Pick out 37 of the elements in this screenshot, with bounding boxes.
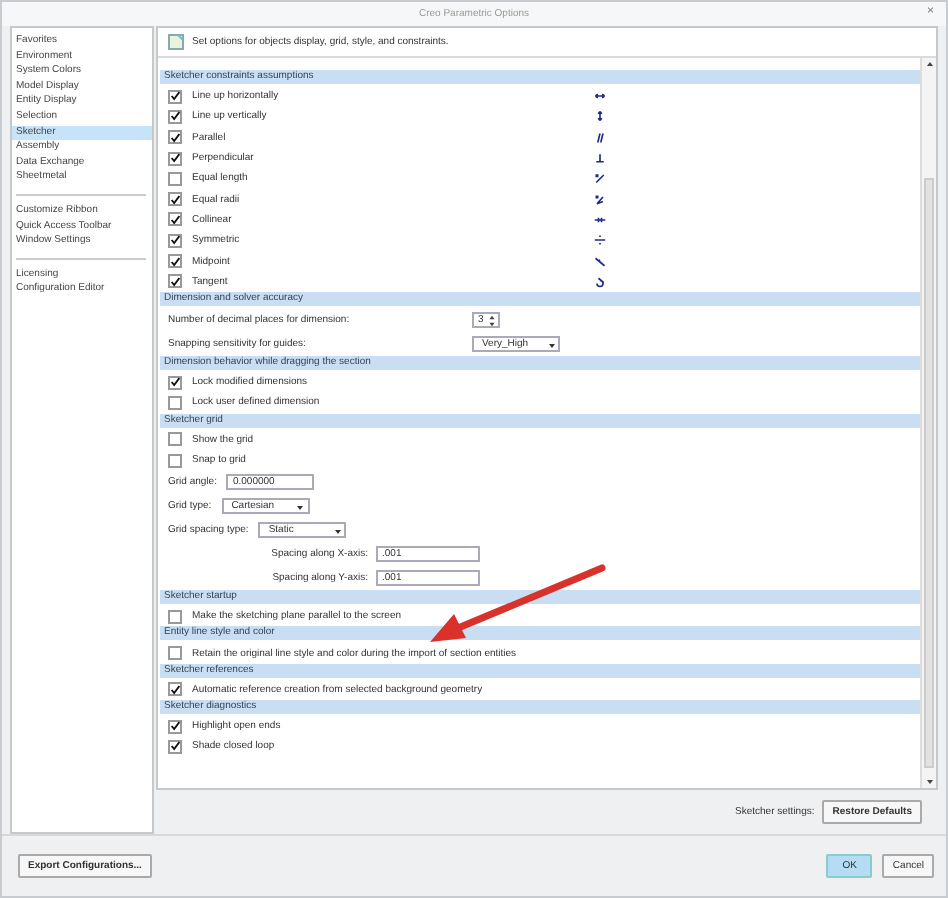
checkbox[interactable] bbox=[168, 719, 182, 734]
equal-length-icon bbox=[594, 172, 606, 185]
document-icon bbox=[168, 34, 184, 50]
checkbox[interactable] bbox=[168, 109, 182, 124]
checkbox[interactable] bbox=[168, 89, 182, 104]
midpoint-icon bbox=[594, 255, 606, 268]
symmetric-icon bbox=[594, 234, 606, 247]
vertical-arrows-icon bbox=[594, 110, 606, 123]
scroll-up-icon[interactable] bbox=[923, 58, 935, 70]
checkbox[interactable] bbox=[168, 395, 182, 410]
tangent-icon bbox=[594, 275, 606, 288]
checkbox[interactable] bbox=[168, 432, 182, 447]
parallel-icon bbox=[594, 131, 606, 144]
checkbox[interactable] bbox=[168, 151, 182, 166]
checkbox[interactable] bbox=[168, 453, 182, 467]
caret-icon bbox=[333, 528, 342, 537]
checkbox[interactable] bbox=[168, 682, 182, 697]
checkbox[interactable] bbox=[168, 192, 182, 207]
checkbox[interactable] bbox=[168, 171, 182, 186]
horizontal-arrows-icon bbox=[594, 90, 606, 103]
checkbox[interactable] bbox=[168, 739, 182, 754]
checkbox[interactable] bbox=[168, 254, 182, 269]
checkbox[interactable] bbox=[168, 212, 182, 227]
collinear-icon bbox=[594, 213, 606, 226]
perpendicular-icon bbox=[594, 152, 606, 165]
checkbox[interactable] bbox=[168, 375, 182, 390]
caret-icon bbox=[547, 341, 555, 350]
checkbox[interactable] bbox=[168, 130, 182, 145]
checkbox[interactable] bbox=[168, 233, 182, 248]
scroll-down-icon[interactable] bbox=[923, 776, 935, 788]
checkbox[interactable] bbox=[168, 274, 182, 289]
caret-icon bbox=[296, 504, 305, 513]
checkbox[interactable] bbox=[168, 646, 182, 661]
checkbox[interactable] bbox=[168, 609, 182, 624]
spin-arrows-icon[interactable] bbox=[487, 314, 495, 329]
scrollbar[interactable] bbox=[920, 58, 936, 788]
equal-radii-icon bbox=[594, 193, 606, 206]
